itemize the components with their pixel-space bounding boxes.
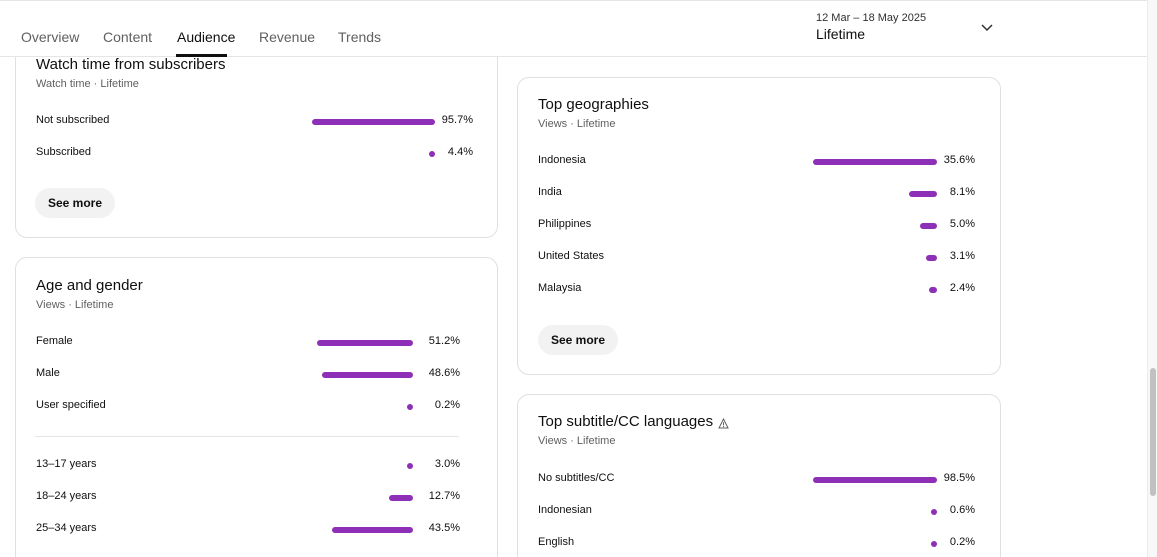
- row-label: Not subscribed: [36, 114, 110, 126]
- row-label: Male: [36, 367, 60, 379]
- row-label: United States: [538, 250, 605, 262]
- bar-row: No subtitles/CC 98.5%: [538, 470, 975, 490]
- percentage-bar: [928, 287, 937, 293]
- percentage-bar: [931, 541, 937, 547]
- divider: [35, 436, 459, 437]
- see-more-button[interactable]: See more: [538, 325, 619, 355]
- percentage-bar: [813, 159, 937, 165]
- card-subtitle: Views · Lifetime: [36, 299, 114, 311]
- row-label: English: [538, 536, 575, 548]
- row-label: User specified: [36, 399, 106, 411]
- card-title: Watch time from subscribers: [36, 56, 226, 73]
- see-more-button[interactable]: See more: [35, 188, 116, 218]
- bar-row: Philippines 5.0%: [538, 216, 975, 236]
- card-subtitle: Views · Lifetime: [538, 435, 616, 447]
- row-label: Indonesian: [538, 504, 592, 516]
- period-selector[interactable]: Lifetime: [816, 26, 865, 42]
- top-divider: [0, 0, 1147, 1]
- row-label: Subscribed: [36, 146, 92, 158]
- tab-revenue[interactable]: Revenue: [259, 29, 315, 45]
- row-value: 0.6%: [949, 504, 975, 516]
- row-label: India: [538, 186, 562, 198]
- card-subtitle: Watch time · Lifetime: [36, 78, 139, 90]
- row-value: 4.4%: [447, 146, 473, 158]
- row-value: 35.6%: [943, 154, 975, 166]
- bar-row: Not subscribed 95.7%: [36, 112, 473, 132]
- row-value: 98.5%: [943, 472, 975, 484]
- row-value: 2.4%: [949, 282, 975, 294]
- row-value: 0.2%: [434, 399, 460, 411]
- top-subtitle-languages-card: Top subtitle/CC languages Views · Lifeti…: [517, 394, 1001, 557]
- date-range-text[interactable]: 12 Mar – 18 May 2025: [816, 12, 926, 24]
- bar-row: User specified 0.2%: [36, 397, 460, 417]
- card-title: Age and gender: [36, 277, 143, 294]
- percentage-bar: [813, 477, 937, 483]
- tab-audience[interactable]: Audience: [177, 29, 235, 45]
- chevron-down-icon[interactable]: [980, 20, 994, 34]
- bar-row: United States 3.1%: [538, 248, 975, 268]
- row-label: 25–34 years: [36, 522, 97, 534]
- percentage-bar: [908, 191, 937, 197]
- scrollbar-thumb[interactable]: [1150, 368, 1156, 496]
- row-value: 48.6%: [428, 367, 460, 379]
- row-value: 3.0%: [434, 458, 460, 470]
- percentage-bar: [321, 372, 413, 378]
- percentage-bar: [407, 404, 413, 410]
- bar-row: Indonesian 0.6%: [538, 502, 975, 522]
- percentage-bar: [931, 509, 937, 515]
- analytics-header: Overview Content Audience Revenue Trends…: [0, 0, 1147, 57]
- age-gender-card: Age and gender Views · Lifetime Female 51…: [15, 257, 498, 557]
- row-label: Philippines: [538, 218, 592, 230]
- bar-row: Male 48.6%: [36, 365, 460, 385]
- percentage-bar: [312, 119, 435, 125]
- bar-row: 13–17 years 3.0%: [36, 456, 460, 476]
- bar-row: 25–34 years 43.5%: [36, 520, 460, 540]
- percentage-bar: [332, 527, 413, 533]
- warning-icon[interactable]: [718, 418, 729, 429]
- tab-content[interactable]: Content: [103, 29, 152, 45]
- row-value: 43.5%: [428, 522, 460, 534]
- scrollbar[interactable]: [1147, 0, 1157, 557]
- tab-trends[interactable]: Trends: [338, 29, 381, 45]
- row-label: 13–17 years: [36, 458, 97, 470]
- row-label: Female: [36, 335, 73, 347]
- bar-row: 18–24 years 12.7%: [36, 488, 460, 508]
- row-value: 5.0%: [949, 218, 975, 230]
- row-label: 18–24 years: [36, 490, 97, 502]
- card-title: Top subtitle/CC languages: [538, 413, 714, 430]
- active-tab-indicator: [176, 54, 227, 57]
- bar-row: Female 51.2%: [36, 333, 460, 353]
- row-value: 51.2%: [428, 335, 460, 347]
- row-value: 8.1%: [949, 186, 975, 198]
- row-label: No subtitles/CC: [538, 472, 615, 484]
- top-geographies-card: Top geographies Views · Lifetime Indones…: [517, 77, 1001, 375]
- percentage-bar: [317, 340, 413, 346]
- bar-row: India 8.1%: [538, 184, 975, 204]
- row-label: Indonesia: [538, 154, 586, 166]
- bar-row: Malaysia 2.4%: [538, 280, 975, 300]
- percentage-bar: [429, 151, 435, 157]
- bar-row: Indonesia 35.6%: [538, 152, 975, 172]
- percentage-bar: [919, 223, 937, 229]
- row-value: 12.7%: [428, 490, 460, 502]
- row-value: 95.7%: [441, 114, 473, 126]
- row-value: 3.1%: [949, 250, 975, 262]
- card-title: Top geographies: [538, 96, 649, 113]
- percentage-bar: [407, 463, 413, 469]
- row-label: Malaysia: [538, 282, 582, 294]
- bar-row: Subscribed 4.4%: [36, 144, 473, 164]
- percentage-bar: [389, 495, 413, 501]
- bar-row: English 0.2%: [538, 534, 975, 554]
- row-value: 0.2%: [949, 536, 975, 548]
- card-subtitle: Views · Lifetime: [538, 118, 616, 130]
- percentage-bar: [926, 255, 937, 261]
- tab-overview[interactable]: Overview: [21, 29, 79, 45]
